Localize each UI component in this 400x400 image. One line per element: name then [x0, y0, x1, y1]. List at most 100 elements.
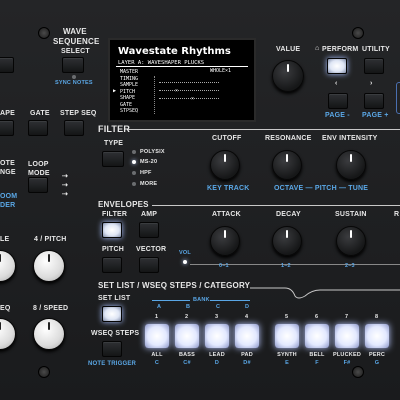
resonance-knob[interactable] [272, 150, 302, 180]
loop-mode-button[interactable] [28, 177, 48, 193]
oled-display: Wavestate Rhythms LAYER A: WAVESHAPER PL… [108, 38, 256, 122]
perform-label: PERFORM [322, 46, 359, 53]
category-pad-pad[interactable] [235, 324, 259, 348]
pitch-knob-label: 4 / PITCH [34, 236, 67, 243]
envelopes-section-title: ENVELOPES [98, 200, 149, 209]
env-amp-button[interactable] [139, 222, 159, 238]
step-grid: × × [154, 76, 221, 114]
right-edge-bar [396, 82, 400, 114]
category-pad-bass[interactable] [175, 324, 199, 348]
bank-letter-c: C [216, 304, 221, 310]
page-minus-button[interactable] [328, 93, 348, 109]
type-more: MORE [140, 181, 158, 187]
filter-type-button[interactable] [102, 151, 124, 167]
cutoff-label: CUTOFF [212, 135, 242, 142]
wseq-steps-label: WSEQ STEPS [91, 330, 140, 337]
pad-category-label: BASS [178, 352, 196, 358]
display-title: Wavestate Rhythms [118, 46, 231, 57]
wseq-steps-button[interactable] [102, 341, 122, 357]
env-vector-button[interactable] [139, 257, 159, 273]
gate-label: GATE [30, 110, 50, 117]
env-amp-label: AMP [141, 211, 158, 218]
env-pitch-button[interactable] [102, 257, 122, 273]
panel-screw [38, 366, 50, 378]
pad-number: 7 [345, 314, 349, 320]
note-label-partial: OTE [0, 160, 15, 167]
pitch-knob[interactable] [33, 250, 65, 282]
decay-label: DECAY [276, 211, 301, 218]
category-pad-bell[interactable] [305, 324, 329, 348]
octave-pitch-tune-label: OCTAVE — PITCH — TUNE [274, 185, 369, 192]
set-list-button[interactable] [102, 306, 122, 322]
gate-button[interactable] [28, 120, 48, 136]
bank-line-left [152, 300, 190, 301]
arrow-left-icon: ‹ [335, 80, 338, 87]
attack-label: ATTACK [212, 211, 241, 218]
left-edge-button[interactable] [0, 57, 14, 73]
type-hpf-led [132, 171, 136, 175]
bank-letter-b: B [186, 304, 191, 310]
pad-category-label: ALL [151, 352, 163, 358]
pad-number: 6 [315, 314, 319, 320]
display-divider [116, 66, 248, 67]
pad-category-label: PLUCKED [333, 352, 361, 358]
shape-label-partial: APE [0, 110, 15, 117]
value-label: VALUE [276, 46, 301, 53]
pad-number: 5 [285, 314, 289, 320]
loop-mode-label: LOOP MODE [28, 161, 50, 177]
perform-button[interactable] [327, 58, 347, 74]
filter-type-label: TYPE [104, 140, 124, 147]
pad-note-label: F [315, 360, 319, 366]
category-pad-all[interactable] [145, 324, 169, 348]
step-marker-icon: × [191, 96, 195, 102]
sustain-knob[interactable] [336, 226, 366, 256]
category-pad-perc[interactable] [365, 324, 389, 348]
type-polysix-led [132, 150, 136, 154]
decay-range-label: 1–2 [281, 263, 291, 269]
step-seq-button[interactable] [64, 120, 84, 136]
wave-sequence-title: WAVE [63, 27, 87, 36]
display-row: SAMPLE [120, 82, 139, 88]
value-knob[interactable] [272, 60, 304, 92]
shape-button[interactable] [0, 120, 14, 136]
sync-notes-label: SYNC NOTES [55, 80, 93, 86]
type-ms20-led [132, 160, 136, 164]
utility-button[interactable] [364, 58, 384, 74]
step-seq-label: STEP SEQ [60, 110, 97, 117]
panel-screw [38, 27, 50, 39]
type-polysix: POLYSIX [140, 149, 165, 155]
room-label-partial: OOM [0, 193, 18, 200]
type-ms20: MS-20 [140, 159, 158, 165]
filter-section-line [128, 129, 400, 130]
env-filter-button[interactable] [102, 222, 122, 238]
step-marker-icon: × [175, 88, 179, 94]
page-minus-label: PAGE - [325, 112, 350, 119]
pad-note-label: E [285, 360, 289, 366]
env-vector-label: VECTOR [136, 246, 167, 253]
panel-screw [352, 27, 364, 39]
env-intensity-knob[interactable] [336, 150, 366, 180]
category-pad-plucked[interactable] [335, 324, 359, 348]
eq-label-partial: EQ [0, 305, 11, 312]
display-row: MASTER [120, 69, 139, 75]
der-label-partial: DER [0, 202, 16, 209]
decay-knob[interactable] [272, 226, 302, 256]
cutoff-knob[interactable] [210, 150, 240, 180]
bank-letter-d: D [245, 304, 250, 310]
select-button[interactable] [62, 57, 84, 73]
sustain-range-label: 2–3 [345, 263, 355, 269]
le-label-partial: LE [0, 236, 10, 243]
arrow-right-icon: › [370, 80, 373, 87]
set-list-label: SET LIST [98, 295, 131, 302]
category-pad-synth[interactable] [275, 324, 299, 348]
wave-sequence-title-2: SEQUENCE [53, 37, 100, 46]
pad-category-label: BELL [309, 352, 325, 358]
category-pad-lead[interactable] [205, 324, 229, 348]
speed-knob[interactable] [33, 318, 65, 350]
env-intensity-label: ENV INTENSITY [322, 135, 378, 142]
display-cursor: ▶ [113, 88, 117, 94]
select-label: SELECT [61, 48, 90, 55]
attack-knob[interactable] [210, 226, 240, 256]
page-plus-button[interactable] [364, 93, 384, 109]
pad-note-label: F# [343, 360, 351, 366]
